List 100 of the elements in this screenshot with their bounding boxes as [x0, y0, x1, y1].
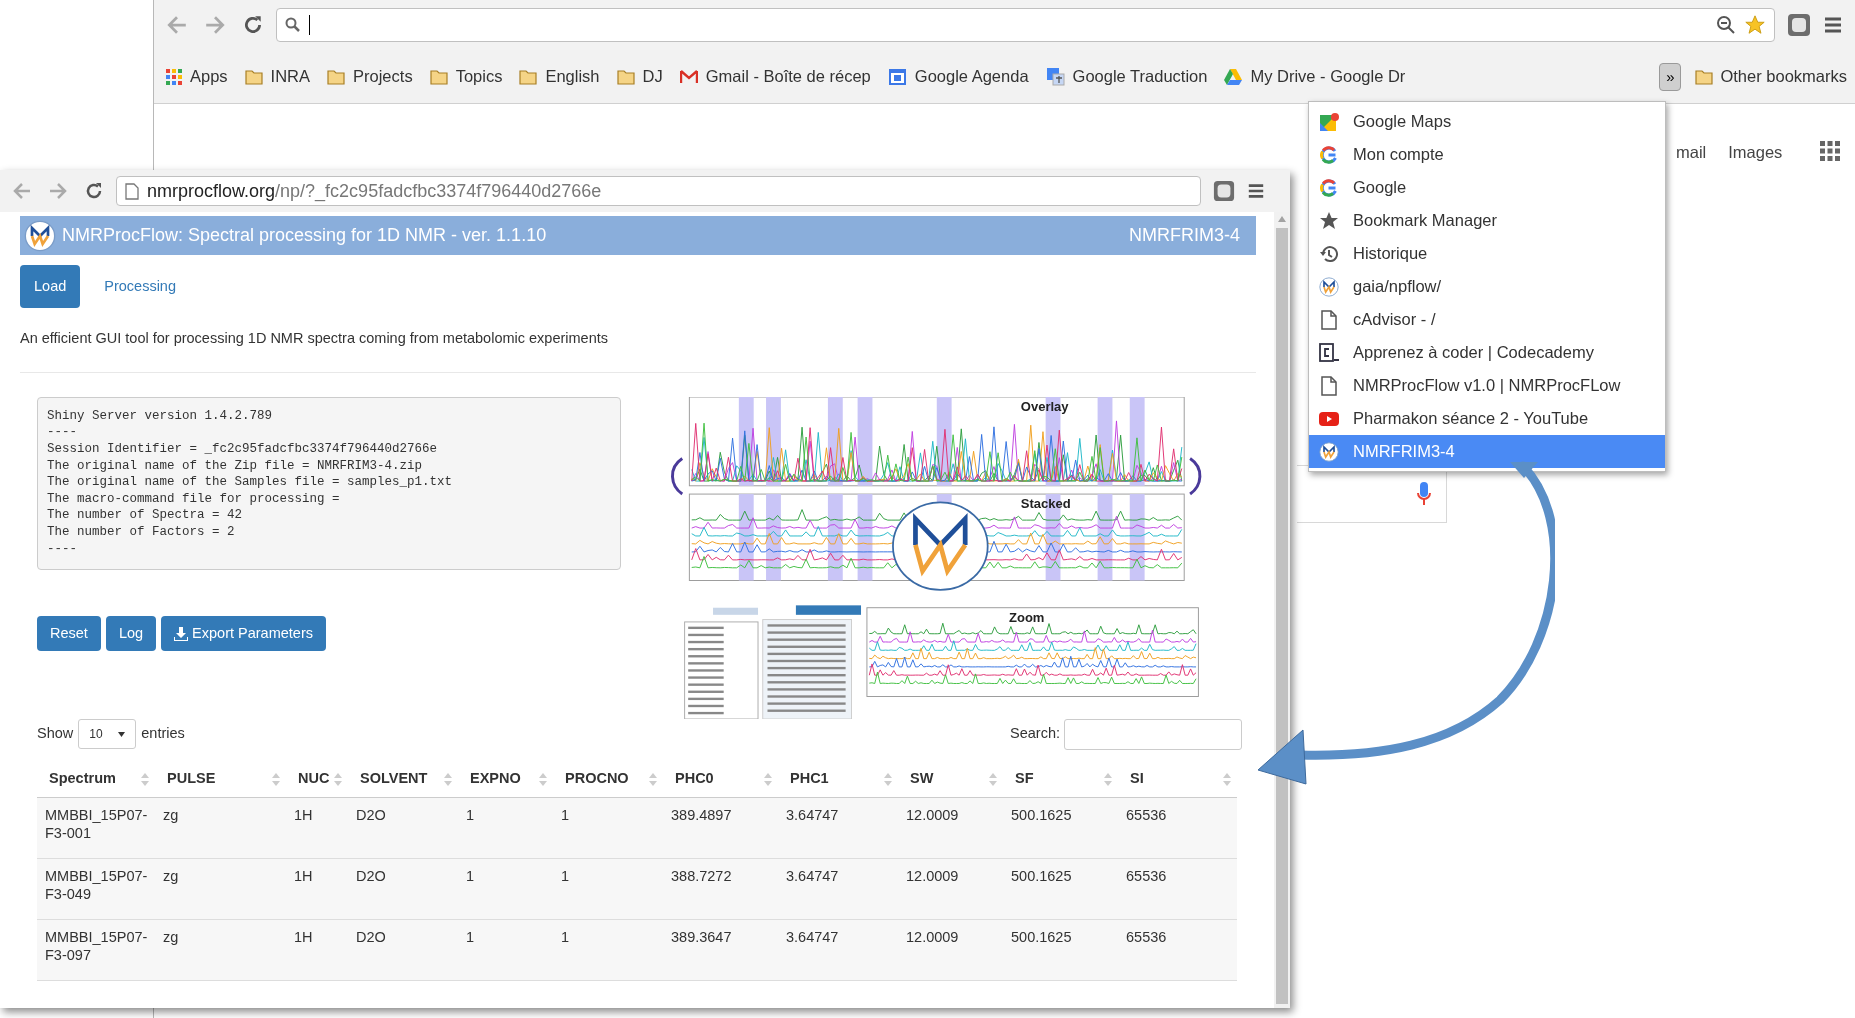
star-icon[interactable] — [1744, 14, 1766, 36]
sort-icon[interactable] — [989, 772, 997, 786]
google-icon — [1319, 177, 1339, 198]
menu-item[interactable]: cAdvisor - / — [1309, 303, 1665, 336]
action-button[interactable]: Export Parameters — [161, 616, 326, 652]
table-cell: 388.7272 — [663, 858, 778, 920]
back-icon[interactable] — [166, 14, 188, 36]
menu-item[interactable]: Google Maps — [1309, 105, 1665, 138]
table-cell: 1H — [286, 858, 348, 920]
menu-item[interactable]: Pharmakon séance 2 - YouTube — [1309, 402, 1665, 435]
menu-item[interactable]: gaia/npflow/ — [1309, 270, 1665, 303]
menu-item[interactable]: Historique — [1309, 237, 1665, 270]
sort-icon[interactable] — [764, 772, 772, 786]
download-icon — [174, 626, 189, 641]
column-header[interactable]: NUC — [298, 769, 330, 786]
google-icon — [1319, 144, 1339, 165]
folder-icon — [244, 68, 263, 85]
scroll-up-icon[interactable] — [1278, 216, 1286, 222]
description-text: An efficient GUI tool for processing 1D NMR spectra coming from metabolomic experiments — [20, 329, 609, 348]
search-field[interactable] — [1064, 718, 1242, 750]
menu-icon[interactable] — [1823, 15, 1843, 35]
logo-icon — [1319, 441, 1339, 462]
zoom-icon[interactable] — [1716, 15, 1736, 35]
table-cell: zg — [155, 797, 286, 859]
sort-icon[interactable] — [141, 772, 149, 786]
forward-icon[interactable] — [204, 14, 226, 36]
extension-icon[interactable] — [1213, 180, 1235, 202]
sort-icon[interactable] — [1223, 772, 1231, 786]
bookmark-link[interactable]: Google Agenda — [887, 64, 1029, 89]
search-label: Search: — [1010, 724, 1060, 744]
apps-grid-icon[interactable] — [166, 68, 182, 85]
menu-item[interactable]: Mon compte — [1309, 138, 1665, 171]
extension-icon[interactable] — [1787, 13, 1811, 37]
sort-icon[interactable] — [334, 772, 342, 786]
logo-icon — [892, 501, 989, 591]
menu-item[interactable]: Bookmark Manager — [1309, 204, 1665, 237]
folder-icon — [429, 68, 448, 85]
history-icon — [1319, 243, 1339, 264]
menu-icon[interactable] — [1247, 182, 1265, 200]
action-button[interactable]: Reset — [37, 616, 101, 652]
address-bar[interactable]: nmrprocflow.org/np/?_fc2c95fadcfbc3374f796440d2766e — [116, 176, 1201, 206]
table-cell: zg — [155, 919, 286, 981]
back-icon[interactable] — [12, 181, 32, 201]
dataset-name: NMRFRIM3-4 — [1129, 224, 1240, 247]
bookmark-link[interactable]: Apps — [166, 64, 228, 89]
sort-icon[interactable] — [444, 772, 452, 786]
apps-grid-icon[interactable] — [1820, 141, 1840, 161]
page-icon — [125, 182, 139, 200]
column-header[interactable]: SI — [1130, 769, 1144, 786]
table-cell: 3.64747 — [778, 797, 898, 859]
bookmark-link[interactable]: INRA — [244, 64, 311, 89]
menu-item[interactable]: Apprenez à coder | Codecademy — [1309, 336, 1665, 369]
column-header[interactable]: Spectrum — [49, 769, 116, 786]
column-header[interactable]: PULSE — [167, 769, 216, 786]
bookmark-link[interactable]: Gmail - Boîte de récep — [679, 64, 871, 89]
tab[interactable]: Load — [20, 265, 81, 308]
sort-icon[interactable] — [649, 772, 657, 786]
table-cell: 1H — [286, 919, 348, 981]
bookmark-link[interactable]: Google Traduction — [1045, 64, 1208, 89]
bookmark-link[interactable]: Topics — [429, 64, 503, 89]
table-cell: 65536 — [1118, 797, 1237, 859]
show-label: Show — [37, 724, 74, 744]
page-link[interactable]: Images — [1728, 140, 1783, 165]
sort-icon[interactable] — [272, 772, 280, 786]
table-cell: MMBBI_15P07-F3-097 — [37, 919, 155, 981]
scrollbar[interactable] — [1274, 212, 1290, 1008]
column-header[interactable]: PHC1 — [790, 769, 829, 786]
microphone-icon[interactable] — [1417, 482, 1431, 506]
table-cell: 12.0009 — [898, 919, 1003, 981]
forward-icon[interactable] — [48, 181, 68, 201]
table-cell: 500.1625 — [1003, 858, 1118, 920]
table-cell: 500.1625 — [1003, 797, 1118, 859]
tab[interactable]: Processing — [90, 265, 190, 308]
sort-icon[interactable] — [539, 772, 547, 786]
menu-item[interactable]: Google — [1309, 171, 1665, 204]
sort-icon[interactable] — [884, 772, 892, 786]
bookmark-link[interactable]: DJ — [616, 64, 663, 89]
overflow-button[interactable]: » — [1659, 62, 1682, 91]
column-header[interactable]: SW — [910, 769, 934, 786]
bookmark-link[interactable]: Other bookmarks — [1695, 64, 1847, 89]
column-header[interactable]: SF — [1015, 769, 1034, 786]
bookmark-link[interactable]: English — [519, 64, 600, 89]
table-cell: 1 — [553, 797, 663, 859]
table-cell: D2O — [348, 858, 458, 920]
bookmark-link[interactable]: Projects — [327, 64, 413, 89]
bookmark-link[interactable]: My Drive - Google Dr — [1224, 64, 1406, 89]
table-cell: 1 — [458, 858, 553, 920]
page-size-select[interactable]: 10 — [78, 719, 137, 750]
sort-icon[interactable] — [1104, 772, 1112, 786]
reload-icon[interactable] — [242, 14, 264, 36]
menu-item[interactable]: NMRProcFlow v1.0 | NMRProcFLow — [1309, 369, 1665, 402]
table-cell: 1 — [553, 858, 663, 920]
column-header[interactable]: PHC0 — [675, 769, 714, 786]
column-header[interactable]: PROCNO — [565, 769, 629, 786]
page-link[interactable]: mail — [1676, 140, 1707, 165]
column-header[interactable]: SOLVENT — [360, 769, 428, 786]
action-button[interactable]: Log — [105, 616, 157, 652]
table-cell: 65536 — [1118, 919, 1237, 981]
reload-icon[interactable] — [84, 181, 104, 201]
column-header[interactable]: EXPNO — [470, 769, 521, 786]
